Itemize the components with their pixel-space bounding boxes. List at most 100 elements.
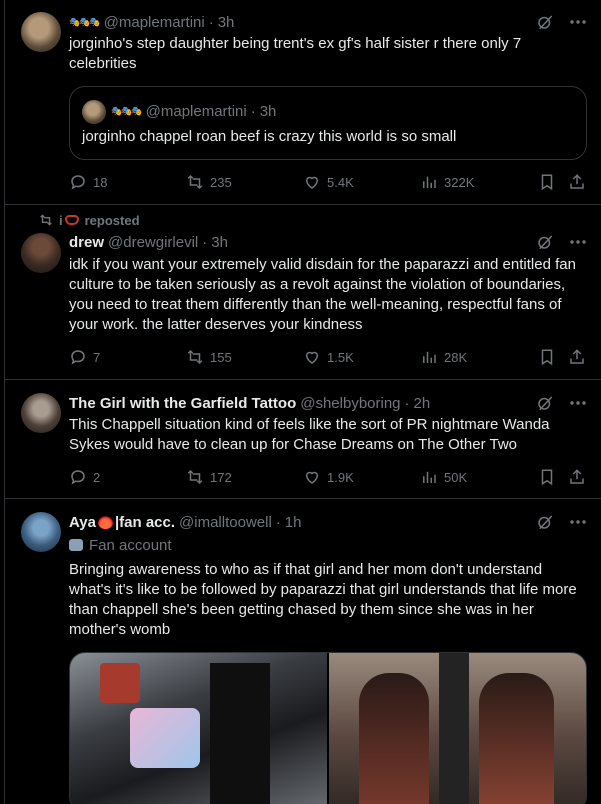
post-shelbyboring[interactable]: The Girl with the Garfield Tattoo @shelb… [5, 380, 601, 499]
separator-dot: · [208, 13, 214, 31]
post-drew[interactable]: i reposted drew @drewgirlevil · 3h idk i… [5, 205, 601, 380]
views-button[interactable]: 28K [420, 348, 538, 366]
separator-dot: · [202, 233, 208, 251]
reply-count: 7 [93, 349, 101, 365]
views-count: 28K [444, 349, 468, 365]
share-button[interactable] [568, 173, 586, 191]
quote-text: jorginho chappel roan beef is crazy this… [82, 128, 457, 145]
post-maplemartini[interactable]: 🎭🎭🎭 @maplemartini · 3h jorginho's step d… [5, 0, 601, 205]
bookmark-icon [541, 174, 553, 191]
account-label-text: Fan account [89, 536, 172, 554]
quote-avatar [82, 100, 106, 124]
author-name[interactable]: The Girl with the Garfield Tattoo [69, 395, 296, 412]
timeline-feed: 🎭🎭🎭 @maplemartini · 3h jorginho's step d… [4, 0, 601, 804]
photo-detail [130, 708, 200, 768]
post-imalltoowell[interactable]: Aya |fan acc. @imalltoowell · 1h Fan acc… [5, 499, 601, 804]
more-icon[interactable] [570, 401, 586, 405]
repost-icon [187, 174, 203, 190]
avatar[interactable] [21, 512, 61, 552]
repost-label: reposted [84, 212, 140, 228]
views-icon [423, 471, 436, 483]
grok-icon[interactable] [536, 13, 554, 31]
post-time[interactable]: 3h [211, 234, 228, 251]
header-actions [536, 393, 586, 413]
badge-emoji: 🎭🎭🎭 [69, 16, 101, 27]
like-count: 1.9K [327, 469, 354, 485]
views-icon [423, 176, 436, 188]
media-photo-1[interactable] [70, 653, 327, 804]
separator-dot: · [275, 513, 281, 531]
views-button[interactable]: 322K [420, 173, 538, 191]
share-button[interactable] [568, 348, 586, 366]
avatar[interactable] [21, 12, 61, 52]
quoted-post[interactable]: 🎭🎭🎭 @maplemartini · 3h jorginho chappel … [69, 86, 587, 160]
repost-button[interactable]: 172 [186, 468, 303, 486]
grok-icon[interactable] [536, 233, 554, 251]
more-icon[interactable] [570, 240, 586, 244]
share-button[interactable] [568, 468, 586, 486]
account-label: Fan account [69, 535, 586, 555]
heart-icon [305, 351, 319, 364]
bookmark-button[interactable] [538, 348, 568, 366]
post-header: The Girl with the Garfield Tattoo @shelb… [69, 393, 586, 413]
author-name[interactable]: drew [69, 234, 104, 251]
author-handle[interactable]: @shelbyboring [300, 395, 400, 412]
reposter-emoji-icon [64, 215, 79, 225]
header-actions [536, 232, 586, 252]
grok-icon[interactable] [536, 394, 554, 412]
photo-detail [479, 673, 554, 804]
post-header: 🎭🎭🎭 @maplemartini · 3h [69, 12, 586, 32]
like-count: 5.4K [327, 174, 354, 190]
action-bar: 18 235 5.4K 322K [69, 172, 586, 192]
reply-button[interactable]: 2 [69, 468, 186, 486]
share-icon [570, 349, 584, 364]
share-icon [570, 174, 584, 189]
header-actions [536, 512, 586, 532]
more-icon[interactable] [570, 20, 586, 24]
repost-context: i reposted [39, 212, 140, 228]
repost-count: 172 [210, 469, 232, 485]
post-text: jorginho's step daughter being trent's e… [69, 35, 522, 72]
photo-detail [439, 653, 469, 804]
photo-detail [100, 663, 140, 703]
media-grid[interactable] [69, 652, 587, 804]
author-handle[interactable]: @maplemartini [104, 14, 205, 31]
post-text: idk if you want your extremely valid dis… [69, 256, 576, 333]
grok-icon[interactable] [536, 513, 554, 531]
post-text: This Chappell situation kind of feels li… [69, 416, 550, 453]
bookmark-icon [541, 469, 553, 486]
bookmark-button[interactable] [538, 173, 568, 191]
media-photo-2[interactable] [329, 653, 586, 804]
reply-button[interactable]: 7 [69, 348, 186, 366]
repost-button[interactable]: 235 [186, 173, 303, 191]
like-button[interactable]: 1.5K [303, 348, 420, 366]
avatar[interactable] [21, 393, 61, 433]
avatar[interactable] [21, 233, 61, 273]
post-time[interactable]: 3h [218, 14, 235, 31]
views-count: 322K [444, 174, 475, 190]
post-time[interactable]: 2h [414, 395, 431, 412]
reply-button[interactable]: 18 [69, 173, 186, 191]
photo-detail [359, 673, 429, 804]
like-button[interactable]: 1.9K [303, 468, 420, 486]
author-handle[interactable]: @drewgirlevil [108, 234, 198, 251]
bookmark-button[interactable] [538, 468, 568, 486]
more-icon[interactable] [570, 520, 586, 524]
author-handle[interactable]: @imalltoowell [179, 514, 272, 531]
like-count: 1.5K [327, 349, 354, 365]
post-header: drew @drewgirlevil · 3h [69, 232, 586, 252]
post-time[interactable]: 1h [285, 514, 302, 531]
like-button[interactable]: 5.4K [303, 173, 420, 191]
views-button[interactable]: 50K [420, 468, 538, 486]
author-name-suffix[interactable]: |fan acc. [115, 514, 175, 531]
repost-button[interactable]: 155 [186, 348, 303, 366]
author-name-prefix[interactable]: Aya [69, 514, 96, 531]
repost-count: 155 [210, 349, 232, 365]
reposter-name[interactable]: i [59, 213, 63, 228]
repost-count: 235 [210, 174, 232, 190]
robot-icon [69, 539, 83, 551]
post-text: Bringing awareness to who as if that gir… [69, 561, 577, 638]
action-bar: 7 155 1.5K 28K [69, 347, 586, 367]
quote-handle: @maplemartini [145, 102, 247, 120]
reply-count: 18 [93, 174, 108, 190]
